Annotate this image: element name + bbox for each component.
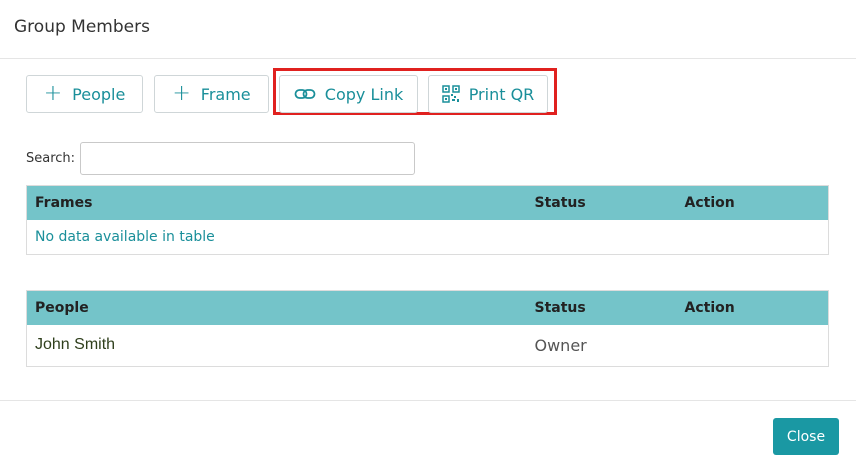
people-table: People Status Action John Smith Owner xyxy=(26,290,829,367)
plus-icon: + xyxy=(172,81,191,106)
person-name: John Smith xyxy=(35,336,116,354)
column-header-status[interactable]: Status xyxy=(526,185,677,220)
column-header-people[interactable]: People xyxy=(26,290,527,325)
person-status: Owner xyxy=(534,335,587,355)
table-header-row: People Status Action xyxy=(26,290,829,325)
plus-icon: + xyxy=(43,81,63,106)
column-header-frames[interactable]: Frames xyxy=(26,185,527,220)
empty-table-message: No data available in table xyxy=(35,228,215,245)
print-qr-button[interactable]: Print QR xyxy=(428,75,548,113)
modal-header: Group Members xyxy=(0,0,856,59)
frames-table: Frames Status Action No data available i… xyxy=(26,185,829,255)
add-frame-label: Frame xyxy=(200,84,251,104)
table-header-row: Frames Status Action xyxy=(26,185,829,220)
search-label: Search: xyxy=(26,151,76,166)
column-header-action[interactable]: Action xyxy=(676,290,829,325)
search-input[interactable] xyxy=(80,142,415,175)
modal-title: Group Members xyxy=(14,17,150,37)
column-header-action[interactable]: Action xyxy=(676,185,829,220)
add-frame-button[interactable]: + Frame xyxy=(154,75,269,113)
footer-divider xyxy=(0,400,856,401)
link-icon xyxy=(294,89,316,99)
table-row: No data available in table xyxy=(27,220,829,255)
qr-code-icon xyxy=(441,85,460,103)
print-qr-label: Print QR xyxy=(468,84,535,104)
column-header-status[interactable]: Status xyxy=(526,290,677,325)
add-people-button[interactable]: + People xyxy=(26,75,143,113)
table-row: John Smith Owner xyxy=(27,325,829,367)
copy-link-label: Copy Link xyxy=(324,84,404,104)
close-button[interactable]: Close xyxy=(773,418,839,455)
add-people-label: People xyxy=(72,84,126,104)
person-action xyxy=(677,325,829,367)
copy-link-button[interactable]: Copy Link xyxy=(279,75,418,113)
